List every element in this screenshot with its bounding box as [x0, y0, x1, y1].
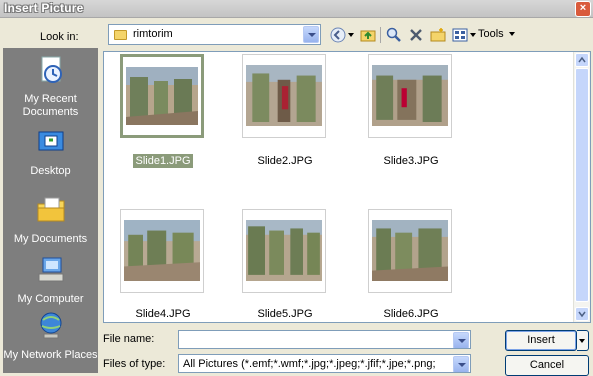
file-name-slide3[interactable]: Slide3.JPG — [361, 155, 461, 167]
vertical-scrollbar[interactable] — [573, 52, 590, 322]
folder-icon — [114, 30, 127, 40]
chevron-down-icon[interactable] — [453, 356, 469, 372]
chevron-down-icon[interactable] — [303, 26, 319, 43]
place-label: My Documents — [13, 233, 88, 245]
look-in-dropdown[interactable]: rimtorim — [108, 24, 321, 45]
place-my-documents[interactable]: My Documents — [3, 194, 98, 246]
place-desktop[interactable]: Desktop — [3, 126, 98, 178]
chevron-down-icon[interactable] — [453, 332, 469, 348]
back-button[interactable] — [330, 26, 354, 44]
my-documents-icon — [37, 197, 64, 222]
toolbar-separator — [380, 27, 381, 43]
views-icon — [452, 28, 468, 42]
close-button[interactable]: × — [575, 1, 591, 17]
photo-thumbnail — [246, 220, 322, 282]
look-in-label: Look in: — [40, 31, 79, 43]
file-name-slide4[interactable]: Slide4.JPG — [113, 308, 213, 320]
file-thumbnail-slide5[interactable] — [242, 209, 326, 293]
place-label: My Network Places — [3, 349, 98, 361]
search-web-icon[interactable] — [386, 27, 402, 43]
scroll-up-button[interactable] — [575, 53, 589, 67]
up-folder-icon[interactable] — [360, 27, 376, 43]
photo-thumbnail — [372, 65, 448, 127]
file-list[interactable]: Slide1.JPG Slide2.JPG Slide3.JPG Slide4.… — [103, 51, 591, 323]
scroll-thumb[interactable] — [575, 68, 589, 302]
insert-options-dropdown[interactable] — [577, 330, 589, 351]
tools-label: Tools — [478, 28, 504, 40]
chevron-down-icon — [470, 33, 476, 37]
file-name-slide1[interactable]: Slide1.JPG — [113, 154, 213, 168]
insert-button[interactable]: Insert — [505, 330, 577, 351]
file-name-label: File name: — [103, 333, 155, 345]
file-thumbnail-slide2[interactable] — [242, 54, 326, 138]
chevron-down-icon — [508, 32, 515, 37]
photo-thumbnail — [246, 65, 322, 127]
new-folder-icon[interactable] — [430, 27, 446, 43]
scroll-down-button[interactable] — [575, 307, 589, 321]
file-thumbnail-slide1[interactable] — [120, 54, 204, 138]
cancel-button[interactable]: Cancel — [505, 355, 589, 376]
place-my-computer[interactable]: My Computer — [3, 254, 98, 306]
tools-menu[interactable]: Tools — [478, 28, 515, 40]
back-icon — [330, 27, 346, 43]
places-bar: My Recent Documents Desktop My Documents… — [3, 48, 98, 373]
place-label: My Recent Documents — [22, 93, 79, 118]
photo-thumbnail — [126, 67, 198, 125]
file-name-slide5[interactable]: Slide5.JPG — [235, 308, 335, 320]
file-name-slide2[interactable]: Slide2.JPG — [235, 155, 335, 167]
file-thumbnail-slide4[interactable] — [120, 209, 204, 293]
file-thumbnail-slide6[interactable] — [368, 209, 452, 293]
photo-thumbnail — [372, 220, 448, 282]
chevron-up-icon — [578, 56, 586, 63]
place-label: Desktop — [30, 165, 71, 177]
files-of-type-value: All Pictures (*.emf;*.wmf;*.jpg;*.jpeg;*… — [183, 358, 436, 370]
look-in-value: rimtorim — [133, 28, 173, 40]
photo-thumbnail — [124, 220, 200, 282]
views-button[interactable] — [452, 26, 476, 44]
place-label: My Computer — [17, 293, 84, 305]
title-bar: Insert Picture × — [0, 0, 593, 18]
place-my-network-places[interactable]: My Network Places — [3, 310, 98, 362]
chevron-down-icon — [348, 33, 354, 37]
chevron-down-icon — [578, 311, 586, 318]
recent-documents-icon — [41, 56, 62, 83]
file-name-field[interactable] — [178, 330, 471, 349]
dialog-title: Insert Picture — [4, 1, 84, 15]
file-thumbnail-slide3[interactable] — [368, 54, 452, 138]
desktop-icon — [38, 131, 63, 151]
file-name-slide6[interactable]: Slide6.JPG — [361, 308, 461, 320]
place-my-recent-documents[interactable]: My Recent Documents — [3, 54, 98, 119]
network-places-icon — [40, 312, 61, 339]
my-computer-icon — [38, 257, 63, 282]
files-of-type-dropdown[interactable]: All Pictures (*.emf;*.wmf;*.jpg;*.jpeg;*… — [178, 354, 471, 373]
files-of-type-label: Files of type: — [103, 358, 166, 370]
delete-icon[interactable] — [408, 27, 424, 43]
